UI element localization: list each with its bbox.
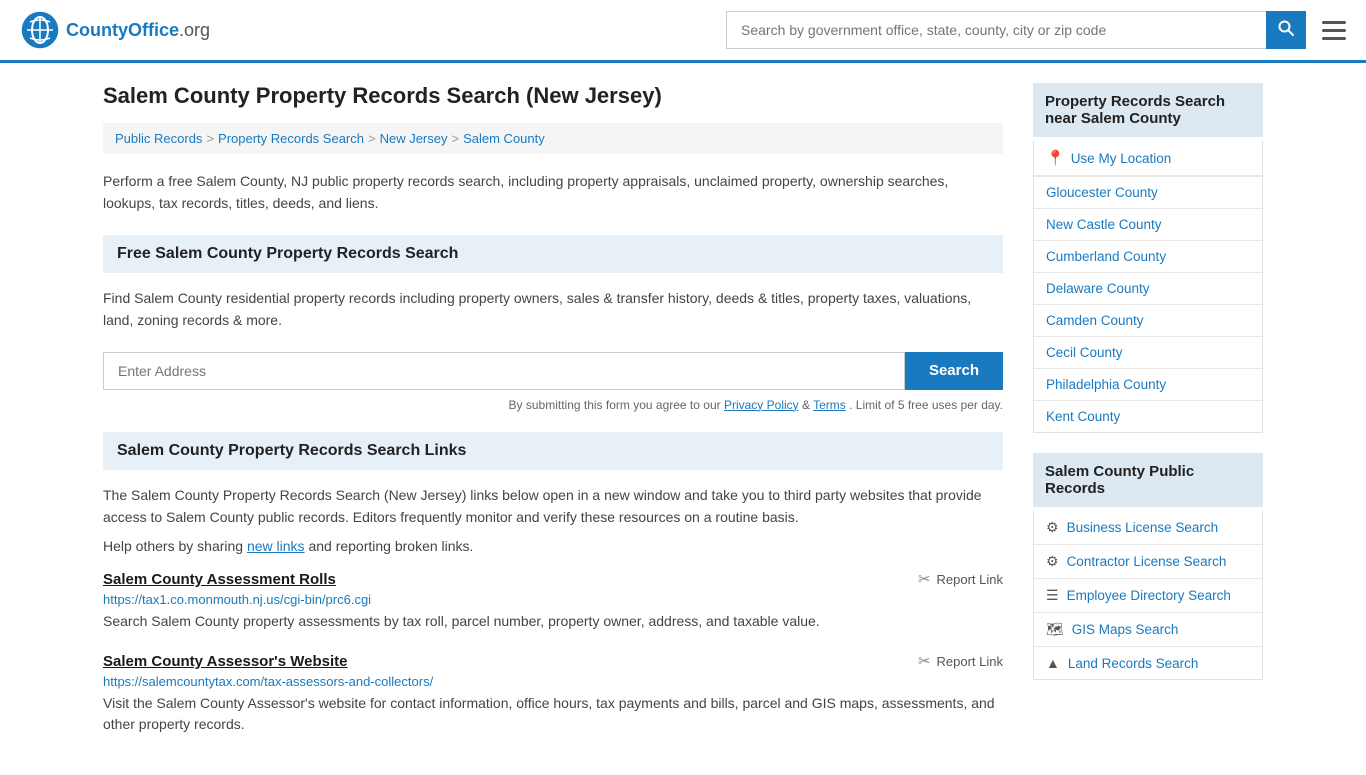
address-input[interactable] <box>103 352 905 390</box>
sidebar-business-license[interactable]: ⚙ Business License Search <box>1034 511 1262 545</box>
report-icon-1: ✂ <box>918 652 931 670</box>
terms-link[interactable]: Terms <box>813 398 846 412</box>
sidebar-public-records-heading: Salem County Public Records <box>1033 453 1263 507</box>
link-desc-0: Search Salem County property assessments… <box>103 611 1003 632</box>
sidebar-gis-maps[interactable]: 🗺 GIS Maps Search <box>1034 613 1262 647</box>
breadcrumb-new-jersey[interactable]: New Jersey <box>380 131 448 146</box>
gear-icon-1: ⚙ <box>1046 553 1059 570</box>
page-description: Perform a free Salem County, NJ public p… <box>103 170 1003 215</box>
sidebar-item-kent[interactable]: Kent County <box>1034 401 1262 432</box>
breadcrumb-public-records[interactable]: Public Records <box>115 131 202 146</box>
sidebar-item-new-castle[interactable]: New Castle County <box>1034 209 1262 241</box>
report-link-1[interactable]: ✂ Report Link <box>918 652 1003 670</box>
new-links-link[interactable]: new links <box>247 538 305 554</box>
logo-text: CountyOffice.org <box>66 20 210 41</box>
location-dot-icon: 📍 <box>1046 149 1065 167</box>
link-item-1: Salem County Assessor's Website ✂ Report… <box>103 652 1003 735</box>
sidebar-item-gloucester[interactable]: Gloucester County <box>1034 177 1262 209</box>
link-desc-1: Visit the Salem County Assessor's websit… <box>103 693 1003 735</box>
breadcrumb: Public Records > Property Records Search… <box>103 123 1003 154</box>
search-icon <box>1278 20 1294 36</box>
hamburger-menu[interactable] <box>1322 21 1346 40</box>
breadcrumb-salem-county[interactable]: Salem County <box>463 131 545 146</box>
logo[interactable]: CountyOffice.org <box>20 10 210 50</box>
sidebar-item-camden[interactable]: Camden County <box>1034 305 1262 337</box>
free-search-description: Find Salem County residential property r… <box>103 287 1003 332</box>
land-icon: ▲ <box>1046 655 1060 671</box>
breadcrumb-property-records-search[interactable]: Property Records Search <box>218 131 364 146</box>
sidebar-item-cumberland[interactable]: Cumberland County <box>1034 241 1262 273</box>
link-title-1[interactable]: Salem County Assessor's Website <box>103 653 348 670</box>
sidebar-land-records[interactable]: ▲ Land Records Search <box>1034 647 1262 679</box>
form-notice: By submitting this form you agree to our… <box>103 398 1003 412</box>
sidebar-public-records-section: Salem County Public Records ⚙ Business L… <box>1033 453 1263 680</box>
report-link-0[interactable]: ✂ Report Link <box>918 570 1003 588</box>
header-search-bar <box>726 11 1346 49</box>
link-title-0[interactable]: Salem County Assessment Rolls <box>103 571 336 588</box>
logo-icon <box>20 10 60 50</box>
links-description: The Salem County Property Records Search… <box>103 484 1003 529</box>
map-icon: 🗺 <box>1046 621 1064 638</box>
sidebar-use-my-location[interactable]: 📍 Use My Location <box>1034 141 1262 177</box>
link-url-1[interactable]: https://salemcountytax.com/tax-assessors… <box>103 674 1003 689</box>
sidebar-contractor-license[interactable]: ⚙ Contractor License Search <box>1034 545 1262 579</box>
link-url-0[interactable]: https://tax1.co.monmouth.nj.us/cgi-bin/p… <box>103 592 1003 607</box>
header-search-input[interactable] <box>726 11 1266 49</box>
sidebar-nearby-list: 📍 Use My Location Gloucester County New … <box>1033 141 1263 433</box>
gear-icon-0: ⚙ <box>1046 519 1059 536</box>
sidebar-nearby-section: Property Records Search near Salem Count… <box>1033 83 1263 433</box>
sidebar-records-list: ⚙ Business License Search ⚙ Contractor L… <box>1033 511 1263 680</box>
directory-icon: ☰ <box>1046 587 1059 604</box>
main-content: Salem County Property Records Search (Ne… <box>103 83 1003 755</box>
property-search-form: Search <box>103 352 1003 390</box>
site-header: CountyOffice.org <box>0 0 1366 63</box>
header-search-button[interactable] <box>1266 11 1306 49</box>
links-section-heading: Salem County Property Records Search Lin… <box>103 432 1003 470</box>
privacy-policy-link[interactable]: Privacy Policy <box>724 398 799 412</box>
free-search-heading: Free Salem County Property Records Searc… <box>103 235 1003 273</box>
sidebar-item-philadelphia[interactable]: Philadelphia County <box>1034 369 1262 401</box>
sidebar-item-delaware[interactable]: Delaware County <box>1034 273 1262 305</box>
sidebar-item-cecil[interactable]: Cecil County <box>1034 337 1262 369</box>
sidebar: Property Records Search near Salem Count… <box>1033 83 1263 755</box>
search-button[interactable]: Search <box>905 352 1003 390</box>
share-text: Help others by sharing new links and rep… <box>103 538 1003 554</box>
report-icon-0: ✂ <box>918 570 931 588</box>
sidebar-nearby-heading: Property Records Search near Salem Count… <box>1033 83 1263 137</box>
page-container: Salem County Property Records Search (Ne… <box>83 63 1283 775</box>
page-title: Salem County Property Records Search (Ne… <box>103 83 1003 109</box>
sidebar-employee-directory[interactable]: ☰ Employee Directory Search <box>1034 579 1262 613</box>
link-item-0: Salem County Assessment Rolls ✂ Report L… <box>103 570 1003 632</box>
